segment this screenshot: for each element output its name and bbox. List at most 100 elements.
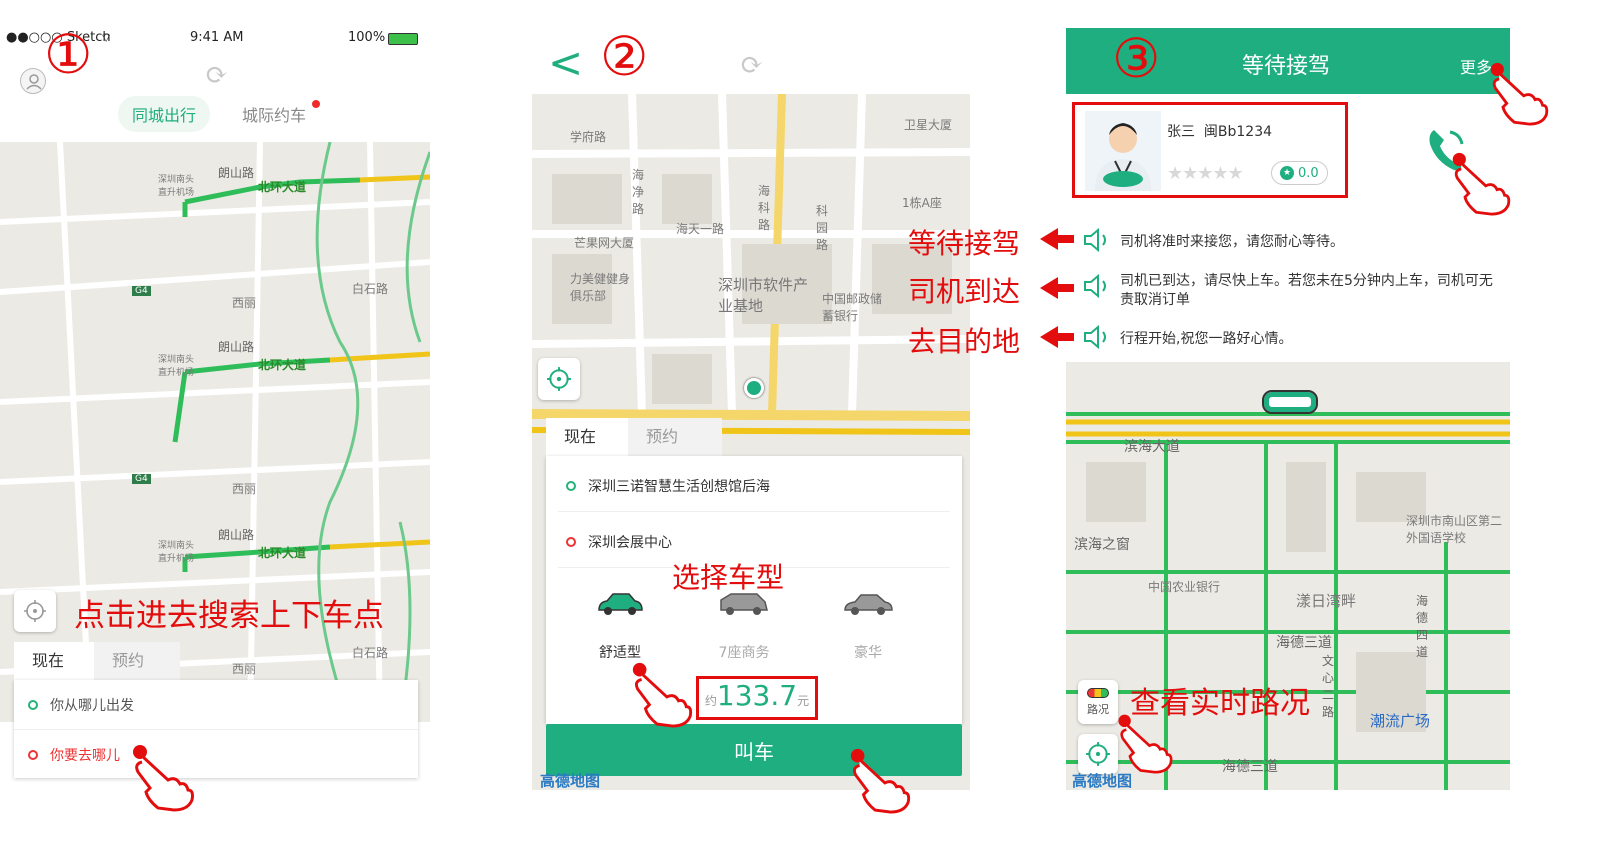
- message-text: 司机将准时来接您，请您耐心等待。: [1120, 234, 1344, 250]
- notification-dot: [312, 100, 321, 108]
- driver-avatar: [1085, 111, 1161, 191]
- map-label-haitian: 海天一路: [676, 222, 725, 236]
- tap-hand-icon: [632, 662, 693, 728]
- map-label-beihuan-3: 北环大道: [258, 546, 307, 560]
- status-destination-label: 去目的地: [908, 325, 1021, 358]
- price-estimate: 约 133.7 元: [696, 676, 818, 720]
- map-label-keyuan: 科园路: [816, 204, 829, 252]
- rating-badge: ★ 0.0: [1271, 161, 1328, 185]
- destination-input[interactable]: 你要去哪儿: [14, 730, 418, 780]
- profile-icon[interactable]: [20, 68, 46, 94]
- traffic-toggle-button[interactable]: 路况: [1078, 680, 1118, 724]
- map-label-yangri: 漾日湾畔: [1296, 592, 1357, 610]
- map-label-langshan-3: 朗山路: [218, 528, 255, 542]
- message-row: 司机已到达，请尽快上车。若您未在5分钟内上车，司机可无责取消订单: [1082, 272, 1502, 310]
- map-label-xili-3: 西丽: [232, 662, 257, 676]
- current-location-pin: [744, 378, 764, 398]
- crosshair-icon: [547, 367, 571, 391]
- back-button[interactable]: <: [548, 42, 583, 84]
- arrow-left-icon: [1040, 228, 1074, 250]
- destination-dot-icon: [28, 750, 38, 760]
- wifi-icon: ⌔: [100, 31, 113, 46]
- rating-value: 0.0: [1298, 165, 1319, 181]
- map-label-baishi-2: 白石路: [352, 646, 389, 660]
- message-row: 司机将准时来接您，请您耐心等待。: [1082, 226, 1502, 254]
- status-waiting-label: 等待接驾: [908, 227, 1021, 260]
- car-option-label: 7座商务: [718, 645, 770, 661]
- step-number-2: ②: [600, 25, 649, 88]
- tap-hand-icon: [1490, 62, 1549, 126]
- price-prefix: 约: [704, 694, 717, 708]
- tab-city[interactable]: 同城出行: [118, 96, 211, 132]
- map-label-haijing: 海净路: [632, 168, 645, 216]
- origin-field[interactable]: 深圳三诺智慧生活创想馆后海: [558, 460, 950, 512]
- status-arrived-label: 司机到达: [908, 275, 1021, 308]
- price-amount: 133.7: [716, 679, 798, 712]
- map-label-nantou-3: 深圳南头直升机场: [158, 541, 195, 564]
- map-label-haide-bottom: 海德三道: [1222, 759, 1278, 775]
- origin-placeholder: 你从哪儿出发: [50, 697, 134, 714]
- message-row: 行程开始,祝您一路好心情。: [1082, 323, 1502, 351]
- tab-now[interactable]: 现在: [14, 642, 94, 680]
- crosshair-icon: [24, 600, 46, 622]
- message-text: 司机已到达，请尽快上车。若您未在5分钟内上车，司机可无责取消订单: [1120, 273, 1493, 308]
- tab-intercity[interactable]: 城际约车: [228, 96, 321, 132]
- destination-placeholder: 你要去哪儿: [50, 748, 120, 764]
- annotation-choose-car: 选择车型: [672, 561, 785, 594]
- address-sheet: 你从哪儿出发 你要去哪儿: [14, 680, 418, 778]
- map-label-post: 中国邮政储蓄银行: [822, 292, 883, 323]
- map-label-haide4: 海德四道: [1416, 594, 1429, 659]
- map-label-binhai-window: 滨海之窗: [1074, 537, 1130, 553]
- battery-text: 100%: [348, 30, 386, 45]
- map-label-xili: 西丽: [232, 296, 257, 310]
- arrow-left-icon: [1040, 277, 1074, 299]
- traffic-light-icon: [1087, 687, 1109, 698]
- origin-text: 深圳三诺智慧生活创想馆后海: [588, 478, 770, 495]
- map-label-school: 深圳市南山区第二外国语学校: [1406, 514, 1503, 545]
- driver-card: 张三 闽Bb1234 ★★★★★ ★ 0.0: [1072, 102, 1348, 198]
- car-option-label: 舒适型: [599, 645, 641, 661]
- tap-hand-icon: [1118, 714, 1173, 774]
- time-tabs-2: 现在 预约: [546, 418, 722, 456]
- car-option-business[interactable]: 7座商务: [694, 590, 794, 662]
- step-number-3: ③: [1112, 27, 1161, 90]
- brand-logo-icon-2: ⟳: [740, 48, 764, 81]
- locate-button-3[interactable]: [1078, 734, 1118, 774]
- driver-car-icon: [1262, 390, 1318, 414]
- tab-reserve[interactable]: 预约: [94, 642, 180, 680]
- message-text: 行程开始,祝您一路好心情。: [1120, 331, 1293, 347]
- map-view[interactable]: 朗山路 北环大道 朗山路 北环大道 朗山路 北环大道 西丽 西丽 西丽 白石路 …: [0, 142, 430, 722]
- map-roads: [0, 142, 430, 722]
- map-watermark: 高德地图: [540, 772, 601, 790]
- traffic-label: 路况: [1087, 702, 1109, 716]
- car-luxury-icon: [844, 594, 893, 615]
- destination-dot-icon: [566, 536, 576, 547]
- map-label-xili-2: 西丽: [232, 482, 257, 496]
- time-text: 9:41 AM: [190, 30, 244, 45]
- rating-star-icon: ★: [1280, 166, 1294, 180]
- map-label-beihuan-2: 北环大道: [258, 358, 307, 372]
- origin-dot-icon: [566, 480, 576, 491]
- car-option-comfort[interactable]: 舒适型: [570, 590, 670, 662]
- arrow-left-icon: [1040, 326, 1074, 348]
- time-tabs: 现在 预约: [14, 642, 180, 680]
- map-label-limeijian: 力美健健身俱乐部: [570, 272, 631, 303]
- map-label-haide3: 海德三道: [1276, 635, 1332, 651]
- map-label-g4: G4: [132, 286, 151, 296]
- origin-input[interactable]: 你从哪儿出发: [14, 680, 418, 730]
- tab-now-2[interactable]: 现在: [546, 418, 628, 456]
- speaker-icon: [1084, 324, 1106, 350]
- tab-reserve-2[interactable]: 预约: [628, 418, 722, 456]
- map-label-nantou-2: 深圳南头直升机场: [158, 355, 195, 378]
- locate-button-2[interactable]: [538, 358, 580, 400]
- tab-intercity-label: 城际约车: [242, 106, 307, 125]
- battery-icon: [388, 33, 418, 45]
- map-label-baishi: 白石路: [352, 282, 389, 296]
- map-label-chaoliu: 潮流广场: [1370, 712, 1431, 730]
- locate-button[interactable]: [14, 590, 56, 632]
- driver-name-plate: 张三 闽Bb1234: [1167, 124, 1273, 140]
- car-comfort-icon: [598, 593, 643, 615]
- price-unit: 元: [797, 694, 810, 708]
- map-label-abc: 中国农业银行: [1148, 580, 1221, 594]
- map-label-mangguo: 芒果网大厦: [574, 236, 635, 250]
